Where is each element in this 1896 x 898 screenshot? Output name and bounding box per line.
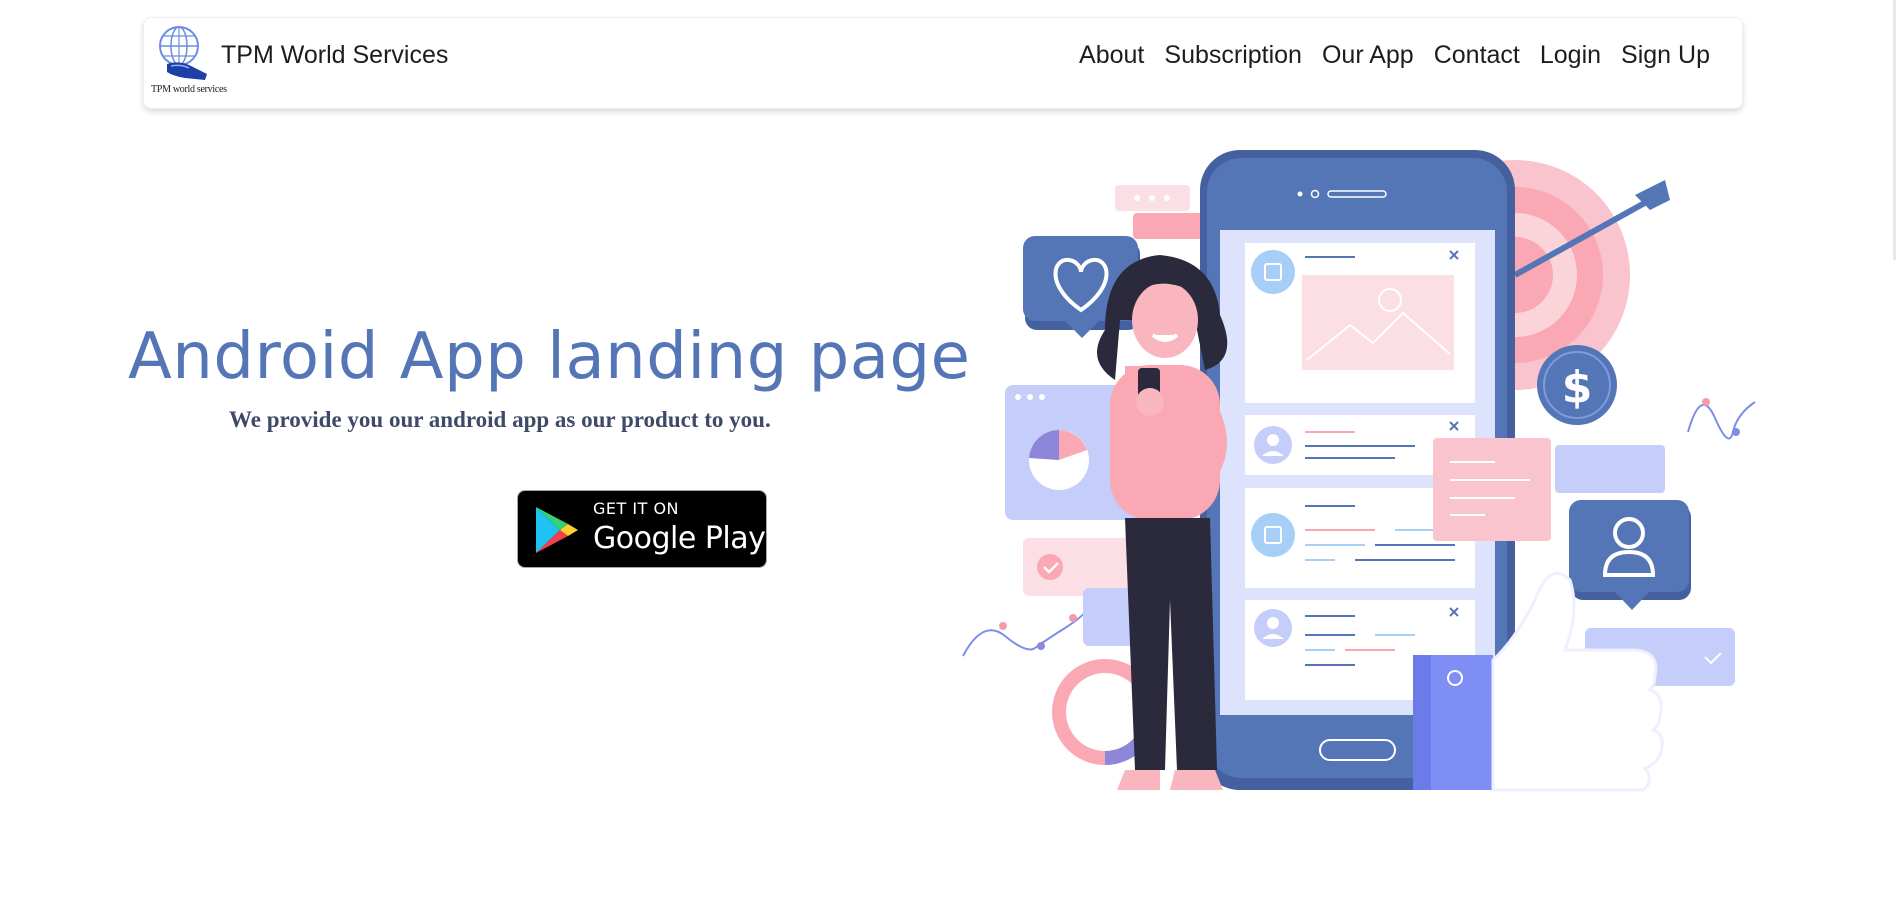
nav-our-app[interactable]: Our App — [1312, 41, 1424, 70]
logo[interactable]: TPM world services — [149, 20, 229, 96]
hero-illustration: $ — [962, 150, 1756, 792]
dollar-coin-icon: $ — [1537, 345, 1617, 425]
logo-caption: TPM world services — [151, 84, 227, 95]
navbar: TPM world services TPM World Services Ab… — [143, 17, 1743, 109]
nav-sign-up[interactable]: Sign Up — [1611, 41, 1720, 70]
badge-top-text: GET IT ON — [593, 499, 680, 518]
nav-menu: About Subscription Our App Contact Login… — [1069, 41, 1720, 70]
globe-hand-icon — [159, 26, 207, 80]
nav-subscription[interactable]: Subscription — [1154, 41, 1312, 70]
wave-graph-left — [962, 609, 1087, 657]
hero-subtitle: We provide you our android app as our pr… — [229, 407, 771, 432]
user-bubble-icon — [1569, 500, 1691, 610]
google-play-icon — [536, 507, 578, 553]
wave-graph-right — [1687, 398, 1756, 440]
woman-with-phone — [1097, 255, 1228, 790]
google-play-badge-button[interactable]: GET IT ON Google Play — [517, 490, 767, 568]
hero-title: Android App landing page — [128, 320, 971, 394]
nav-login[interactable]: Login — [1530, 41, 1611, 70]
nav-about[interactable]: About — [1069, 41, 1154, 70]
svg-text:$: $ — [1562, 362, 1593, 413]
badge-main-text: Google Play — [593, 521, 766, 556]
nav-contact[interactable]: Contact — [1424, 41, 1530, 70]
brand-name[interactable]: TPM World Services — [221, 41, 448, 70]
